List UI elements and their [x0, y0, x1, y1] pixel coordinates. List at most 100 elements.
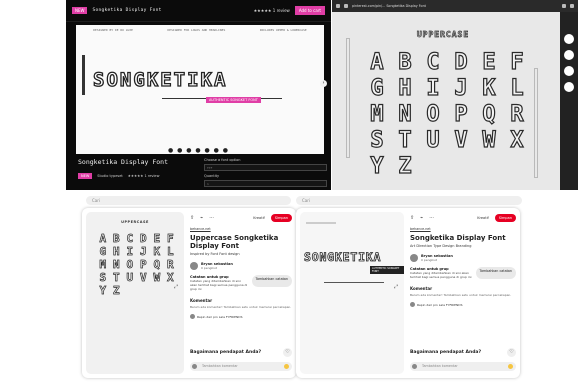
pin-title: Uppercase Songketika Display Font — [190, 234, 279, 250]
comment-placeholder: Tambahkan komentar — [202, 364, 238, 368]
heart-icon[interactable]: ♡ — [507, 348, 516, 357]
glyph-letter: K — [482, 75, 496, 101]
comment-question: Bagaimana pendapat Anda? — [190, 350, 262, 355]
glyph-letter: I — [426, 75, 440, 101]
glyph-letter: G — [370, 75, 384, 101]
link-icon[interactable]: ⌁ — [420, 215, 423, 221]
author-followers: 0 pengikut — [201, 266, 217, 270]
repin-text: Repin dari pin Lala FYFRIENDS — [197, 314, 243, 319]
glyph-letter: L — [510, 75, 524, 101]
expand-icon[interactable]: ⤢ — [394, 284, 398, 290]
glyph-letter: W — [153, 271, 161, 285]
glyph-letter: O — [126, 258, 134, 272]
glyph-letter: E — [153, 232, 161, 246]
glyph-letter: Y — [370, 153, 384, 179]
option-select[interactable]: TTF — [204, 164, 327, 171]
add-note-button[interactable]: Tambahkan catatan — [475, 267, 516, 279]
author-followers: 0 pengikut — [421, 258, 437, 262]
pin-toolbar: ⇪ ⌁ ⋯ Kreatif Simpan — [410, 214, 516, 222]
source-link[interactable]: behance.net — [190, 227, 292, 231]
note-text: Catatan yang ditambahkan di sini akan te… — [190, 279, 248, 291]
pin-image[interactable]: SONGKETIKA AUTHENTIC SONGKET FONT ⤢ — [300, 212, 404, 374]
extension-icon[interactable] — [562, 4, 566, 8]
address-bar[interactable]: pinterest.com/pin/... Songketika Display… — [352, 4, 558, 8]
seller-name[interactable]: Studio typeset — [97, 174, 122, 178]
back-icon[interactable] — [336, 4, 340, 8]
save-button[interactable]: Simpan — [494, 214, 516, 222]
shop-rating: ★★★★★ 1 review — [253, 8, 290, 13]
comments-title: Komentar — [190, 298, 213, 303]
glyph-letter: H — [398, 75, 412, 101]
source-link[interactable]: behance.net — [410, 227, 516, 231]
carousel-dots[interactable]: ● ● ● ● ● ● ● — [66, 147, 331, 154]
more-icon[interactable]: ⋯ — [429, 215, 434, 221]
board-select[interactable]: Kreatif — [477, 216, 489, 220]
panel-app-icon[interactable] — [564, 66, 574, 76]
glyph-letter: F — [510, 49, 524, 75]
product-stars: ★★★★★ 1 review — [127, 174, 160, 178]
save-button[interactable]: Simpan — [270, 214, 292, 222]
comment-prompt: Bagaimana pendapat Anda? ♡ — [190, 348, 292, 357]
pin-author[interactable]: Bryan sebastian 0 pengikut — [190, 262, 292, 270]
glyph-letter: T — [112, 271, 120, 285]
shop-header: NEW Songketika Display Font ★★★★★ 1 revi… — [66, 0, 331, 22]
panel-add-icon[interactable] — [564, 82, 574, 92]
quantity-select[interactable]: 1 — [204, 180, 327, 187]
menu-icon[interactable] — [570, 4, 574, 8]
link-icon[interactable]: ⌁ — [200, 215, 203, 221]
glyph-letter: U — [126, 271, 134, 285]
glyph-letter: X — [166, 271, 174, 285]
pin-image-subtitle: AUTHENTIC SONGKET FONT — [370, 266, 404, 274]
repin-info: Repin dari pin Lala FYFRIENDS — [410, 302, 516, 307]
sheet-decor — [346, 38, 350, 158]
pin-panel-songketika: SONGKETIKA AUTHENTIC SONGKET FONT ⤢ ⇪ ⌁ … — [296, 208, 520, 378]
preview-meta-item: INCLUDES UPPER & LOWERCASE — [259, 28, 307, 32]
pin-image-decor — [306, 222, 336, 224]
pin-description: Inspired by Font Font design — [190, 252, 240, 256]
quantity-label: Quantity — [204, 174, 220, 178]
glyph-letter: C — [126, 232, 134, 246]
search-input-right[interactable]: Cari — [296, 196, 522, 205]
group-note: Catatan untuk grup Catatan yang ditambah… — [410, 267, 516, 279]
pin-details: ⇪ ⌁ ⋯ Kreatif Simpan behance.net Upperca… — [190, 214, 292, 319]
preview-word: SONGKETIKA — [92, 68, 228, 91]
pin-image[interactable]: UPPERCASE ABCDEF GHIJKL MNOPQR STUVWX YZ ⤢ — [86, 212, 184, 374]
shop-tag: NEW — [72, 7, 88, 14]
sheet-decor — [534, 68, 538, 178]
search-input-left[interactable]: Cari — [86, 196, 291, 205]
comment-input[interactable]: Tambahkan komentar — [410, 362, 516, 371]
share-icon[interactable]: ⇪ — [410, 215, 414, 221]
glyph-letter: M — [99, 258, 107, 272]
glyph-letter: A — [99, 232, 107, 246]
pin-author[interactable]: Bryan sebastian 0 pengikut — [410, 254, 516, 262]
add-to-cart-button[interactable]: Add to cart — [294, 6, 325, 15]
comments-empty: Belum ada komentar! Tambahkan satu untuk… — [190, 305, 292, 309]
panel-avatar-icon[interactable] — [564, 34, 574, 44]
emoji-icon[interactable] — [508, 364, 513, 369]
option-label: Choose a font option — [204, 158, 241, 162]
more-icon[interactable]: ⋯ — [209, 215, 214, 221]
glyph-letter: H — [112, 245, 120, 259]
add-note-button[interactable]: Tambahkan catatan — [251, 275, 292, 287]
panel-app-icon[interactable] — [564, 50, 574, 60]
glyph-letter: O — [426, 101, 440, 127]
preview-subtitle: AUTHENTIC SONGKET FONT — [206, 97, 261, 103]
glyph-letter: E — [482, 49, 496, 75]
comment-input[interactable]: Tambahkan komentar — [190, 362, 292, 371]
emoji-icon[interactable] — [284, 364, 289, 369]
next-image-icon[interactable]: › — [320, 80, 327, 87]
glyph-letter: Q — [482, 101, 496, 127]
preview-meta-item: DESIGNED BY DE RO LUXE — [93, 28, 133, 32]
glyph-letter: J — [139, 245, 147, 259]
group-note: Catatan untuk grup Catatan yang ditambah… — [190, 275, 292, 291]
collage-root: NEW Songketika Display Font ★★★★★ 1 revi… — [0, 0, 578, 382]
board-select[interactable]: Kreatif — [253, 216, 265, 220]
glyph-letter: V — [454, 127, 468, 153]
expand-icon[interactable]: ⤢ — [174, 284, 178, 290]
comments-empty: Belum ada komentar! Tambahkan satu untuk… — [410, 293, 512, 297]
pin-image-heading: UPPERCASE — [121, 220, 149, 224]
glyph-letter: Y — [99, 284, 107, 298]
forward-icon[interactable] — [344, 4, 348, 8]
share-icon[interactable]: ⇪ — [190, 215, 194, 221]
heart-icon[interactable]: ♡ — [283, 348, 292, 357]
